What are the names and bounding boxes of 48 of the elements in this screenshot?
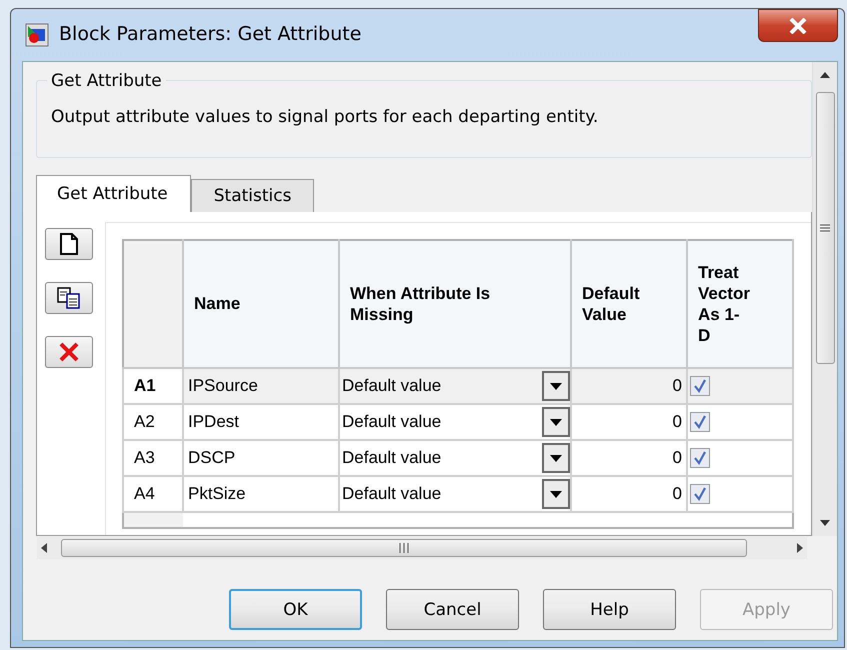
- column-header: Default Value: [571, 240, 687, 368]
- copy-button[interactable]: [45, 282, 93, 314]
- tab[interactable]: Statistics: [190, 179, 314, 212]
- horizontal-scrollbar[interactable]: [37, 537, 807, 559]
- column-header: Name: [183, 240, 339, 368]
- dropdown-arrow-icon: [550, 418, 562, 426]
- dropdown-arrow-icon: [550, 382, 562, 390]
- close-icon: [789, 18, 807, 34]
- treat-vector-checkbox[interactable]: [690, 412, 710, 432]
- dropdown-arrow-icon: [550, 490, 562, 498]
- scroll-right-icon[interactable]: [797, 543, 803, 553]
- name-cell[interactable]: IPDest: [183, 404, 339, 440]
- grip-icon: [399, 543, 409, 553]
- new-button[interactable]: [45, 228, 93, 260]
- scroll-left-icon[interactable]: [41, 543, 47, 553]
- default-value-cell[interactable]: 0: [571, 368, 687, 404]
- row-header[interactable]: A2: [123, 404, 183, 440]
- row-header[interactable]: A3: [123, 440, 183, 476]
- dialog-button[interactable]: Cancel: [386, 589, 519, 630]
- blank-page-icon: [60, 233, 78, 255]
- column-header: Treat Vector As 1-D: [687, 240, 793, 368]
- treat-vector-checkbox[interactable]: [690, 484, 710, 504]
- name-cell[interactable]: IPSource: [183, 368, 339, 404]
- row-header[interactable]: A4: [123, 476, 183, 512]
- window-title: Block Parameters: Get Attribute: [59, 23, 362, 45]
- default-value-cell[interactable]: 0: [571, 476, 687, 512]
- dialog-button[interactable]: OK: [229, 589, 362, 630]
- default-value-cell[interactable]: 0: [571, 404, 687, 440]
- delete-icon: [58, 341, 80, 363]
- close-button[interactable]: [758, 9, 838, 42]
- scroll-down-icon[interactable]: [820, 520, 830, 526]
- grip-icon: [820, 224, 830, 232]
- name-cell[interactable]: PktSize: [183, 476, 339, 512]
- scroll-up-icon[interactable]: [820, 72, 830, 78]
- delete-button[interactable]: [45, 336, 93, 368]
- column-header: When Attribute Is Missing: [339, 240, 571, 368]
- name-cell[interactable]: DSCP: [183, 440, 339, 476]
- copy-icon: [57, 287, 81, 309]
- tab[interactable]: Get Attribute: [36, 175, 191, 212]
- app-icon: [25, 23, 49, 47]
- description-text: Output attribute values to signal ports for each departing entity.: [51, 107, 600, 127]
- dropdown-arrow-icon: [550, 454, 562, 462]
- vertical-scrollbar[interactable]: [812, 62, 837, 536]
- treat-vector-checkbox[interactable]: [690, 376, 710, 396]
- row-header[interactable]: A1: [123, 368, 183, 404]
- treat-vector-checkbox[interactable]: [690, 448, 710, 468]
- default-value-cell[interactable]: 0: [571, 440, 687, 476]
- dialog-button[interactable]: Help: [543, 589, 676, 630]
